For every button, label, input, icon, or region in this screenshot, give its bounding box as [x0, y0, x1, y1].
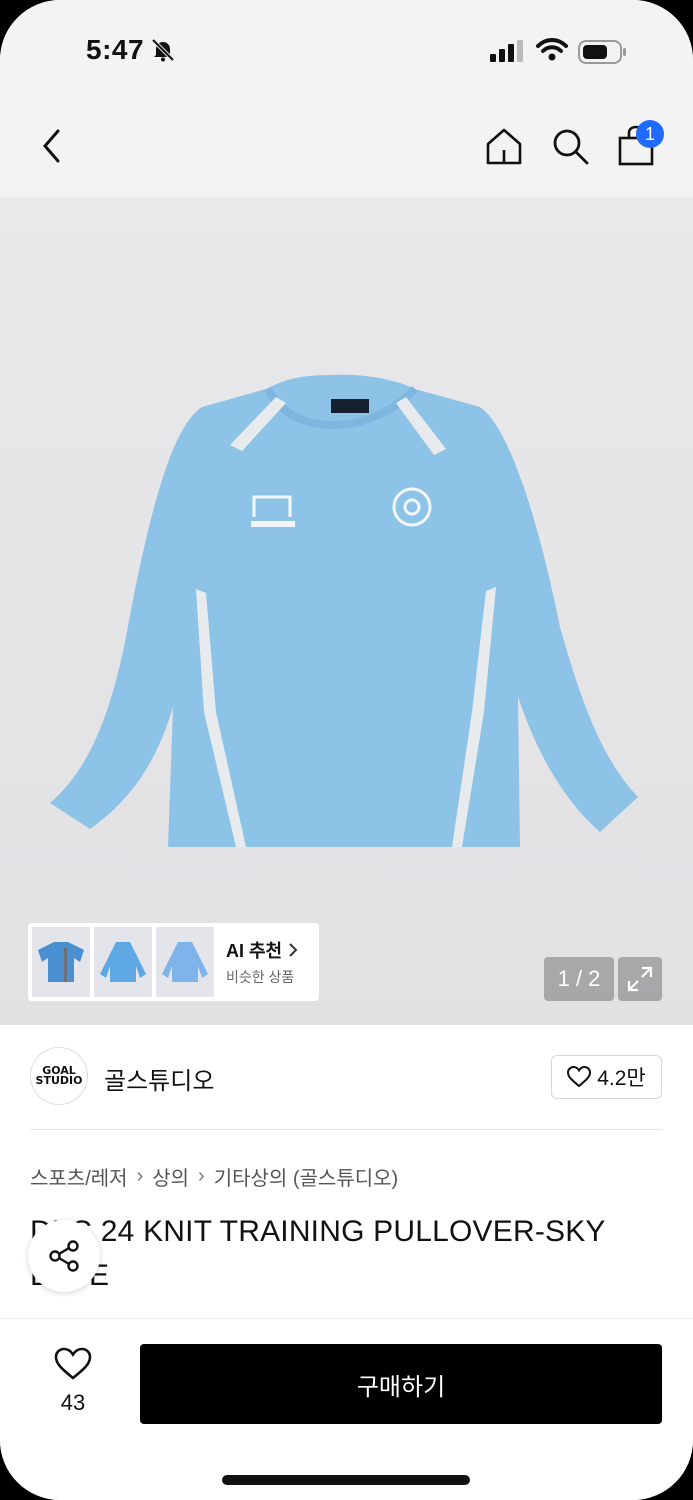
brand-row: GOAL STUDIO 골스튜디오 4.2만	[0, 1025, 693, 1130]
status-bar: 5:47	[0, 0, 693, 100]
product-title: DFC 24 KNIT TRAINING PULLOVER-SKY BLUE	[30, 1215, 606, 1292]
category-breadcrumb: 스포츠/레저 › 상의 › 기타상의 (골스튜디오)	[30, 1162, 398, 1191]
chevron-right-icon	[289, 943, 298, 957]
home-button[interactable]	[482, 124, 526, 168]
recommend-thumb[interactable]	[94, 927, 152, 997]
heart-icon	[54, 1347, 92, 1380]
heart-icon	[567, 1066, 592, 1088]
ai-recommendation-card[interactable]: AI 추천 비슷한 상품	[28, 923, 319, 1001]
divider	[30, 1129, 662, 1130]
phone-screen: 5:47 1 AI 추천 비슷한 상품 1 / 2 GOAL STUDIO 골스…	[0, 0, 693, 1500]
ai-subtitle: 비슷한 상품	[226, 969, 295, 985]
status-time: 5:47	[86, 34, 145, 65]
search-button[interactable]	[548, 124, 592, 168]
breadcrumb-item[interactable]: 스포츠/레저	[30, 1162, 128, 1191]
product-image	[50, 374, 638, 847]
wishlist-count: 43	[60, 1390, 86, 1415]
share-icon	[49, 1240, 79, 1272]
signal-icon	[490, 40, 523, 62]
shirt-thumb-icon	[38, 942, 84, 982]
shirt-thumb-icon	[162, 942, 208, 982]
brand-like-button[interactable]: 4.2만	[551, 1055, 662, 1099]
breadcrumb-item[interactable]: 기타상의 (골스튜디오)	[214, 1162, 398, 1191]
bottom-action-bar: 43 구매하기	[0, 1318, 693, 1500]
wifi-icon	[536, 38, 568, 61]
recommend-thumb[interactable]	[156, 927, 214, 997]
product-image-gallery[interactable]: AI 추천 비슷한 상품 1 / 2	[0, 197, 693, 1025]
back-button[interactable]	[32, 126, 72, 166]
battery-icon	[578, 40, 626, 64]
expand-icon	[627, 966, 653, 992]
search-icon	[553, 129, 589, 165]
recommend-thumb[interactable]	[32, 927, 90, 997]
breadcrumb-item[interactable]: 상의	[152, 1162, 189, 1191]
wishlist-button[interactable]: 43	[44, 1347, 102, 1416]
brand-like-count: 4.2만	[597, 1067, 646, 1090]
ai-title: AI 추천	[226, 941, 283, 961]
shirt-thumb-icon	[100, 942, 146, 982]
share-button[interactable]	[28, 1220, 100, 1292]
image-page-indicator: 1 / 2	[544, 957, 614, 1001]
chevron-right-icon: ›	[198, 1165, 205, 1187]
brand-name[interactable]: 골스튜디오	[104, 1061, 214, 1096]
expand-image-button[interactable]	[618, 957, 662, 1001]
home-indicator	[222, 1475, 470, 1485]
ai-recommendation-text: AI 추천 비슷한 상품	[226, 937, 300, 987]
home-icon	[486, 128, 522, 165]
buy-button[interactable]: 구매하기	[140, 1344, 662, 1424]
cart-button[interactable]: 1	[614, 120, 664, 168]
bell-off-icon	[151, 38, 175, 62]
cart-count-badge: 1	[636, 120, 664, 148]
brand-logo[interactable]: GOAL STUDIO	[30, 1047, 88, 1105]
top-nav: 1	[0, 100, 693, 197]
chevron-left-icon	[43, 129, 60, 163]
chevron-right-icon: ›	[136, 1165, 144, 1187]
